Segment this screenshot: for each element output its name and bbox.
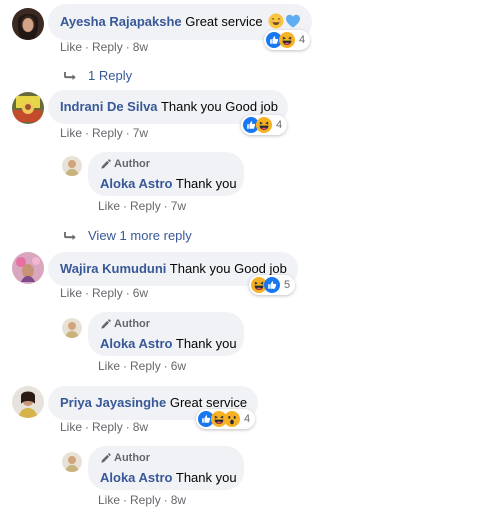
haha-reaction-icon [256, 117, 272, 133]
author-avatar[interactable] [62, 318, 82, 338]
like-link[interactable]: Like [98, 359, 120, 373]
author-avatar[interactable] [62, 452, 82, 472]
pencil-icon [100, 159, 111, 170]
reply-link[interactable]: Reply [92, 286, 123, 300]
smile-emoji-icon [268, 13, 284, 29]
avatar[interactable] [12, 386, 44, 418]
reply-actions: Like · Reply · 8w [98, 493, 187, 507]
author-badge-label: Author [114, 318, 151, 330]
like-link[interactable]: Like [60, 40, 82, 54]
avatar[interactable] [12, 92, 44, 124]
reaction-count: 4 [299, 34, 306, 46]
reply-actions: Like · Reply · 7w [98, 199, 187, 213]
timestamp[interactable]: 8w [133, 40, 148, 54]
comment-actions: Like · Reply · 8w [60, 40, 149, 54]
reply-text: Thank you [175, 336, 237, 351]
like-link[interactable]: Like [98, 493, 120, 507]
reaction-summary[interactable]: 4 [264, 30, 311, 50]
reaction-summary[interactable]: 4 [241, 115, 288, 135]
reply-text: Thank you [175, 176, 237, 191]
like-link[interactable]: Like [60, 286, 82, 300]
like-link[interactable]: Like [60, 420, 82, 434]
pencil-icon [100, 319, 111, 330]
reaction-count: 5 [284, 279, 291, 291]
reply-author-name[interactable]: Aloka Astro [100, 470, 172, 485]
comment-text: Thank you Good job [160, 99, 279, 114]
timestamp[interactable]: 6w [133, 286, 148, 300]
reply-author-name[interactable]: Aloka Astro [100, 336, 172, 351]
haha-reaction-icon [279, 32, 295, 48]
author-badge: Author [100, 318, 232, 330]
reply-actions: Like · Reply · 6w [98, 359, 187, 373]
comment-actions: Like · Reply · 8w [60, 420, 149, 434]
reply-link[interactable]: Reply [92, 40, 123, 54]
author-badge-label: Author [114, 452, 151, 464]
reply-arrow-icon [64, 70, 78, 82]
reply-arrow-icon [64, 230, 78, 242]
comment-actions: Like · Reply · 7w [60, 126, 149, 140]
author-badge-label: Author [114, 158, 151, 170]
view-replies-label: 1 Reply [88, 68, 133, 83]
timestamp[interactable]: 6w [171, 359, 186, 373]
reaction-summary[interactable]: 5 [249, 275, 296, 295]
view-more-replies-link[interactable]: View 1 more reply [64, 228, 192, 243]
blue-heart-emoji-icon [285, 13, 301, 29]
avatar[interactable] [12, 8, 44, 40]
reply-link[interactable]: Reply [92, 126, 123, 140]
reply-bubble: Author Aloka Astro Thank you [88, 152, 244, 196]
reply-text: Thank you [175, 470, 237, 485]
author-badge: Author [100, 452, 232, 464]
timestamp[interactable]: 8w [171, 493, 186, 507]
comment-text: Great service [169, 395, 248, 410]
commenter-name[interactable]: Indrani De Silva [60, 99, 158, 114]
avatar[interactable] [12, 252, 44, 284]
comment-text: Thank you Good job [169, 261, 287, 276]
timestamp[interactable]: 7w [133, 126, 148, 140]
reply-bubble: Author Aloka Astro Thank you [88, 446, 244, 490]
author-badge: Author [100, 158, 232, 170]
view-replies-link[interactable]: 1 Reply [64, 68, 132, 83]
reaction-summary[interactable]: 4 [196, 409, 256, 429]
commenter-name[interactable]: Priya Jayasinghe [60, 395, 166, 410]
view-more-replies-label: View 1 more reply [88, 228, 192, 243]
reply-bubble: Author Aloka Astro Thank you [88, 312, 244, 356]
author-avatar[interactable] [62, 156, 82, 176]
like-link[interactable]: Like [60, 126, 82, 140]
commenter-name[interactable]: Wajira Kumuduni [60, 261, 166, 276]
reply-link[interactable]: Reply [130, 493, 161, 507]
pencil-icon [100, 453, 111, 464]
timestamp[interactable]: 8w [133, 420, 148, 434]
reply-link[interactable]: Reply [92, 420, 123, 434]
like-link[interactable]: Like [98, 199, 120, 213]
reaction-count: 4 [276, 119, 283, 131]
commenter-name[interactable]: Ayesha Rajapakshe [60, 14, 182, 29]
like-reaction-icon [264, 277, 280, 293]
reply-link[interactable]: Reply [130, 359, 161, 373]
reply-author-name[interactable]: Aloka Astro [100, 176, 172, 191]
comment-text: Great service [185, 14, 263, 29]
reply-link[interactable]: Reply [130, 199, 161, 213]
timestamp[interactable]: 7w [171, 199, 186, 213]
reaction-count: 4 [244, 413, 251, 425]
wow-reaction-icon [224, 411, 240, 427]
comment-actions: Like · Reply · 6w [60, 286, 149, 300]
